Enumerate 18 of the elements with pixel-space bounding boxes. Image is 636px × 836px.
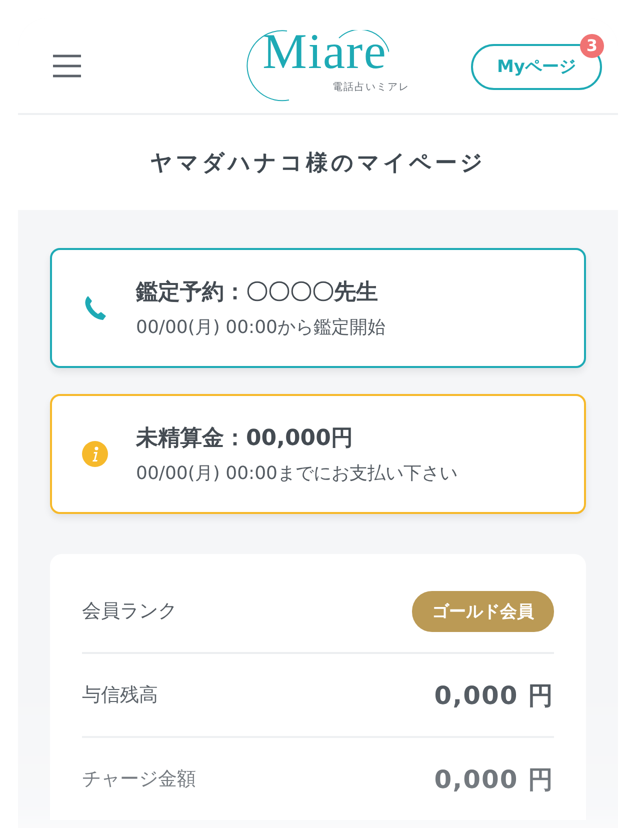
amount-value: 0,000 円 xyxy=(434,764,554,796)
notice-detail: 00/00(月) 00:00までにお支払い下さい xyxy=(136,462,458,485)
rank-badge: ゴールド会員 xyxy=(412,590,554,632)
account-label: 会員ランク xyxy=(82,599,177,624)
menu-icon[interactable] xyxy=(52,54,82,78)
notice-card[interactable]: 未精算金：00,000円 00/00(月) 00:00までにお支払い下さい xyxy=(50,394,586,514)
account-label: 与信残高 xyxy=(82,683,158,708)
notice-title: 鑑定予約：〇〇〇〇先生 xyxy=(136,278,379,307)
page-title: ヤマダハナコ様のマイページ xyxy=(18,115,618,210)
notice-card[interactable]: 鑑定予約：〇〇〇〇先生 00/00(月) 00:00から鑑定開始 xyxy=(50,248,586,368)
notice-detail: 00/00(月) 00:00から鑑定開始 xyxy=(136,316,386,339)
amount-value: 0,000 円 xyxy=(434,680,554,712)
notice-title: 未精算金：00,000円 xyxy=(136,425,354,453)
phone-icon xyxy=(83,295,107,321)
logo-tagline: 電話占いミアレ xyxy=(332,80,410,94)
notification-badge: 3 xyxy=(580,34,604,58)
info-icon xyxy=(82,441,108,467)
account-label: チャージ金額 xyxy=(82,767,196,792)
